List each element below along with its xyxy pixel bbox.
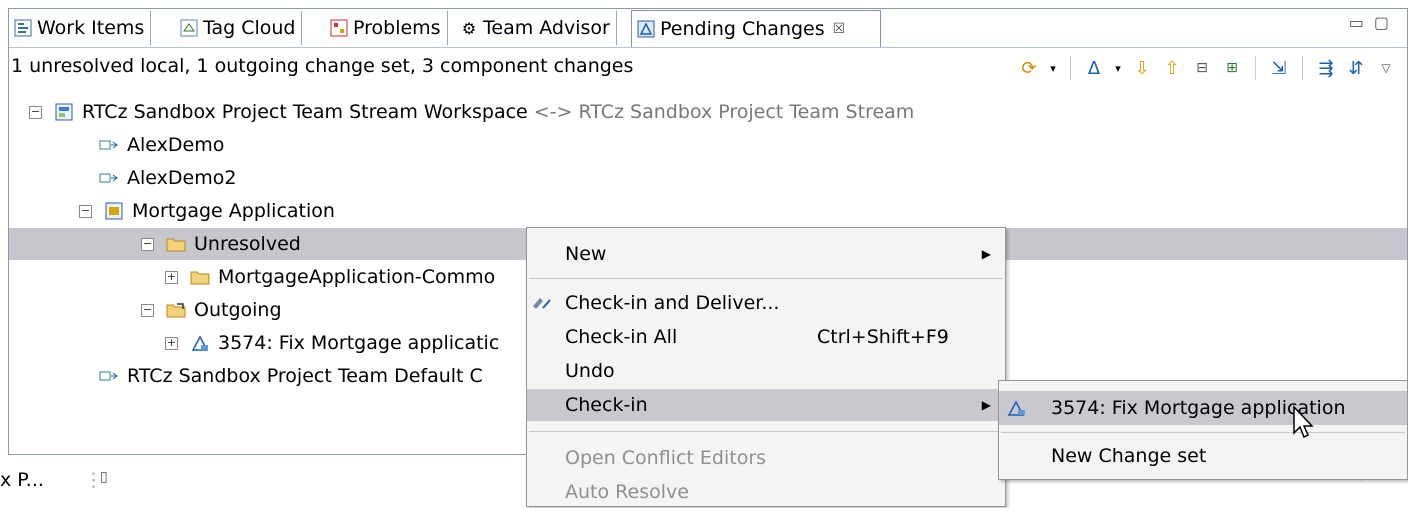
dropdown-arrow-icon[interactable]: ▾ bbox=[1112, 56, 1124, 80]
gear-icon: ⚙ bbox=[461, 18, 477, 38]
component-label: AlexDemo2 bbox=[127, 167, 237, 189]
component-icon bbox=[99, 168, 119, 188]
tab-label: Work Items bbox=[37, 17, 145, 39]
folder-icon bbox=[190, 267, 210, 287]
tree-row-component[interactable]: − Mortgage Application bbox=[9, 195, 1407, 227]
collapse-toggle-icon[interactable]: − bbox=[79, 204, 92, 218]
accept-icon[interactable]: ⇲ bbox=[1267, 56, 1291, 80]
window-controls: ▭▢ bbox=[1349, 13, 1399, 32]
menu-item-check-in-and-deliver[interactable]: Check-in and Deliver... bbox=[527, 287, 1005, 319]
deliver-icon[interactable]: ⇶ bbox=[1314, 56, 1338, 80]
new-view-icon[interactable]: ▯ bbox=[100, 469, 108, 485]
expand-toggle-icon[interactable]: + bbox=[165, 336, 178, 350]
mouse-pointer-icon bbox=[1293, 405, 1314, 439]
expand-toggle-icon[interactable]: + bbox=[165, 270, 178, 284]
change-set-label: 3574: Fix Mortgage applicatic bbox=[218, 332, 500, 354]
folder-icon bbox=[166, 234, 186, 254]
shortcut-label: Ctrl+Shift+F9 bbox=[817, 326, 949, 348]
down-arrow-icon[interactable]: ⇩ bbox=[1130, 56, 1154, 80]
workspace-flow-target: <-> RTCz Sandbox Project Team Stream bbox=[533, 101, 915, 123]
outgoing-folder-icon bbox=[166, 300, 186, 320]
menu-item-auto-resolve: Auto Resolve bbox=[565, 481, 689, 503]
collapse-toggle-icon[interactable]: − bbox=[141, 237, 154, 251]
component-icon bbox=[99, 366, 119, 386]
maximize-icon[interactable]: ▢ bbox=[1374, 13, 1399, 32]
up-arrow-icon[interactable]: ⇧ bbox=[1160, 56, 1184, 80]
menu-item-check-in-all[interactable]: Check-in All Ctrl+Shift+F9 bbox=[527, 321, 1005, 353]
submenu-item-change-set[interactable]: 3574: Fix Mortgage application bbox=[999, 391, 1407, 425]
checkin-icon[interactable]: ⇵ bbox=[1344, 56, 1368, 80]
menu-separator bbox=[529, 431, 1003, 432]
menu-separator bbox=[1001, 432, 1405, 433]
component-label: RTCz Sandbox Project Team Default C bbox=[127, 365, 483, 387]
tab-label: Tag Cloud bbox=[203, 17, 296, 39]
view-tab-bar: Work Items Tag Cloud Problems ⚙ Team Adv… bbox=[9, 9, 1407, 48]
change-set-icon bbox=[1005, 396, 1029, 420]
collapse-toggle-icon[interactable]: − bbox=[141, 303, 154, 317]
menu-item-check-in[interactable]: Check-in ▶ bbox=[527, 389, 1005, 421]
bottom-view-title[interactable]: x P... bbox=[0, 469, 44, 491]
menu-separator bbox=[529, 278, 1003, 279]
menu-item-undo[interactable]: Undo bbox=[527, 355, 1005, 387]
context-menu: New ▶ Check-in and Deliver... Check-in A… bbox=[526, 227, 1006, 507]
outgoing-label: Outgoing bbox=[194, 299, 282, 321]
check-in-submenu: 3574: Fix Mortgage application New Chang… bbox=[998, 380, 1408, 480]
work-items-icon bbox=[13, 18, 33, 38]
tab-label: Problems bbox=[353, 17, 441, 39]
change-set-icon bbox=[190, 333, 210, 353]
component-icon bbox=[99, 135, 119, 155]
menu-item-new[interactable]: New ▶ bbox=[527, 238, 1005, 270]
tag-cloud-icon bbox=[179, 18, 199, 38]
check-in-deliver-icon bbox=[530, 291, 554, 315]
workspace-label: RTCz Sandbox Project Team Stream Workspa… bbox=[82, 101, 528, 123]
collapse-toggle-icon[interactable]: − bbox=[29, 105, 42, 119]
tab-problems[interactable]: Problems bbox=[325, 11, 448, 45]
component-changes-icon bbox=[104, 201, 124, 221]
minimize-icon[interactable]: ▭ bbox=[1349, 13, 1374, 32]
tab-work-items[interactable]: Work Items bbox=[9, 11, 152, 45]
component-label: Mortgage Application bbox=[132, 200, 335, 222]
tab-tag-cloud[interactable]: Tag Cloud bbox=[175, 11, 303, 45]
refresh-icon[interactable]: ⟳ bbox=[1017, 56, 1041, 80]
view-toolbar: ⟳ ▾ Δ ▾ ⇩ ⇧ ⊟ ⊞ ⇲ ⇶ ⇵ ▽ bbox=[1014, 51, 1401, 85]
tab-label: Pending Changes bbox=[660, 18, 825, 40]
expand-icon[interactable]: ⊞ bbox=[1220, 56, 1244, 80]
tree-row-component[interactable]: AlexDemo2 bbox=[9, 162, 1407, 194]
submenu-arrow-icon: ▶ bbox=[981, 398, 991, 412]
view-menu-icon[interactable]: ▽ bbox=[1374, 56, 1398, 80]
pending-changes-icon bbox=[636, 19, 656, 39]
problems-icon bbox=[329, 18, 349, 38]
component-label: AlexDemo bbox=[127, 134, 225, 156]
submenu-arrow-icon: ▶ bbox=[981, 247, 991, 261]
submenu-item-new-change-set[interactable]: New Change set bbox=[999, 439, 1407, 473]
collapse-all-icon[interactable]: ⊟ bbox=[1190, 56, 1214, 80]
tree-row-workspace[interactable]: − RTCz Sandbox Project Team Stream Works… bbox=[9, 96, 1407, 128]
menu-item-open-conflict-editors: Open Conflict Editors bbox=[565, 447, 767, 469]
unresolved-item-label: MortgageApplication-Commo bbox=[218, 266, 496, 288]
tab-label: Team Advisor bbox=[483, 17, 610, 39]
close-icon[interactable]: ☒ bbox=[833, 21, 846, 37]
tab-team-advisor[interactable]: ⚙ Team Advisor bbox=[455, 11, 617, 45]
dropdown-arrow-icon[interactable]: ▾ bbox=[1047, 56, 1059, 80]
unresolved-label: Unresolved bbox=[194, 233, 301, 255]
status-summary: 1 unresolved local, 1 outgoing change se… bbox=[11, 55, 634, 77]
tree-row-component[interactable]: AlexDemo bbox=[9, 129, 1407, 161]
tab-pending-changes[interactable]: Pending Changes ☒ bbox=[631, 10, 881, 47]
delta-icon[interactable]: Δ bbox=[1082, 56, 1106, 80]
workspace-icon bbox=[54, 102, 74, 122]
status-row: 1 unresolved local, 1 outgoing change se… bbox=[9, 49, 1407, 89]
